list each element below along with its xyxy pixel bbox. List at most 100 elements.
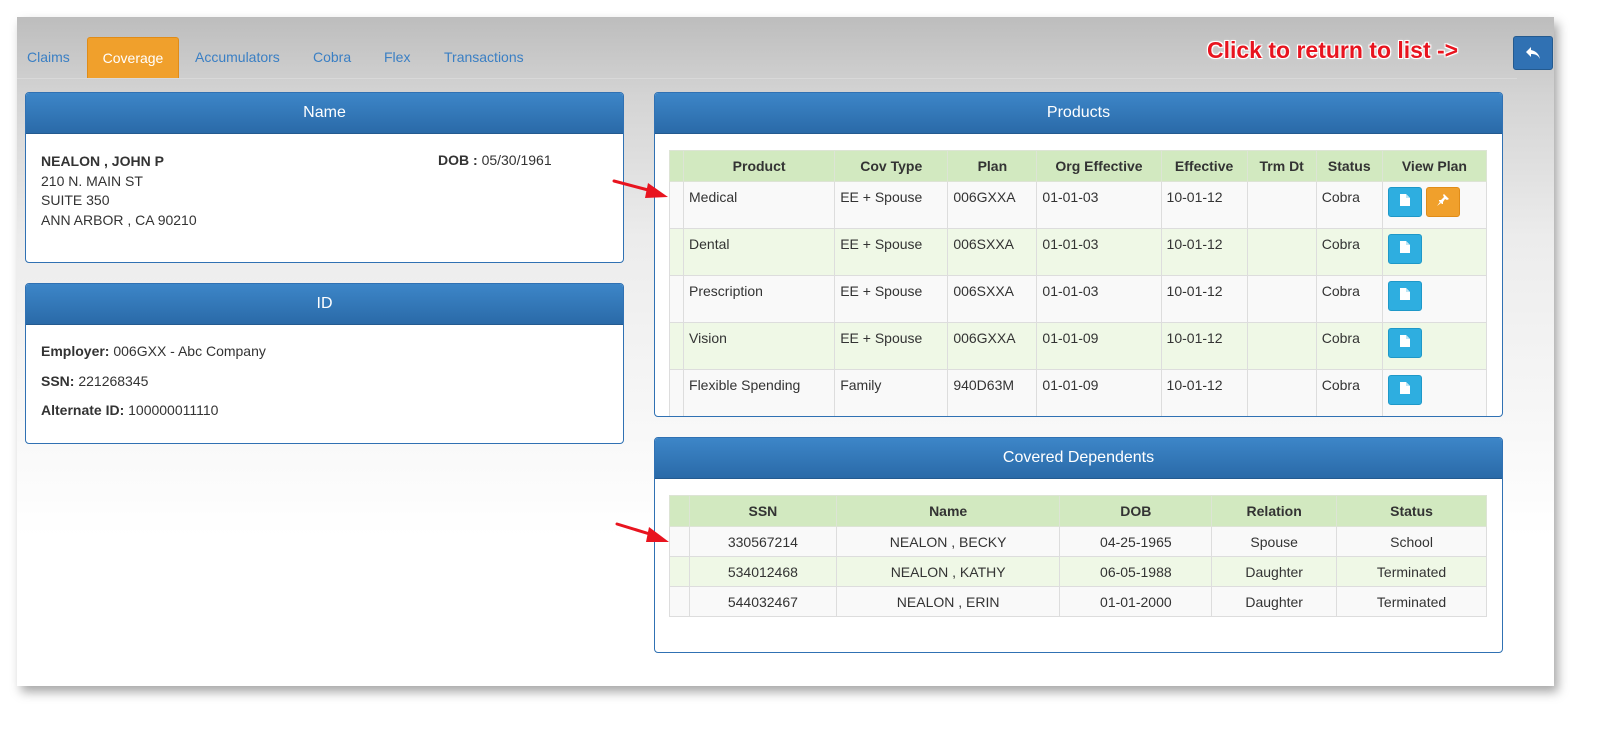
cov-type-cell: EE + Spouse [834,181,949,229]
plan-column-header: Plan [947,150,1038,182]
tab-accumulators[interactable]: Accumulators [195,37,280,77]
pin-plan-button[interactable] [1425,187,1460,217]
view-plan-cell [1381,228,1488,276]
status-cell: Cobra [1315,181,1383,229]
effective-cell: 10-01-12 [1160,369,1248,416]
effective-cell: 10-01-12 [1160,228,1248,276]
tab-flex[interactable]: Flex [384,37,410,77]
tab-claims[interactable]: Claims [27,37,70,77]
status-cell: Cobra [1315,322,1383,370]
employer-value: 006GXX - Abc Company [113,343,266,359]
address-line-1: 210 N. MAIN ST [41,172,143,189]
annotation-arrow-icon [615,522,669,542]
trm-dt-cell [1246,322,1317,370]
row-select-cell[interactable] [668,228,685,276]
row-select-cell[interactable] [668,275,685,323]
view-plan-document-button[interactable] [1387,375,1422,405]
cov-type-column-header: Cov Type [834,150,949,182]
trm-dt-column-header: Trm Dt [1246,150,1317,182]
ssn-label: SSN: [41,373,75,389]
view-plan-cell [1381,369,1488,416]
plan-cell: 006GXXA [947,322,1038,370]
employer-label: Employer: [41,343,110,359]
name-column-header: Name [835,495,1061,527]
return-hint-annotation: Click to return to list -> [1207,37,1459,63]
app-window: Claims Coverage Accumulators Cobra Flex … [17,17,1554,686]
return-to-list-button[interactable] [1513,36,1553,70]
table-row[interactable]: 534012468 NEALON , KATHY 06-05-1988 Daug… [669,556,1487,587]
name-panel-title: Name [26,93,623,134]
view-plan-document-button[interactable] [1387,328,1422,358]
table-row[interactable]: Dental EE + Spouse 006SXXA 01-01-03 10-0… [668,228,1488,276]
table-row[interactable]: Vision EE + Spouse 006GXXA 01-01-09 10-0… [668,322,1488,370]
ssn-column-header: SSN [688,495,837,527]
table-row[interactable]: Prescription EE + Spouse 006SXXA 01-01-0… [668,275,1488,323]
effective-cell: 10-01-12 [1160,322,1248,370]
pushpin-icon [1436,194,1449,206]
effective-cell: 10-01-12 [1160,275,1248,323]
status-cell: Cobra [1315,369,1383,416]
document-icon [1399,288,1410,300]
product-cell: Dental [683,228,836,276]
view-plan-cell [1381,181,1488,229]
view-plan-document-button[interactable] [1387,281,1422,311]
status-cell: School [1336,526,1487,557]
alternate-id-value: 100000011110 [128,402,219,418]
products-table: Product Cov Type Plan Org Effective Effe… [668,150,1488,416]
trm-dt-cell [1246,228,1317,276]
cov-type-cell: EE + Spouse [834,228,949,276]
products-header-row: Product Cov Type Plan Org Effective Effe… [668,150,1488,182]
org-effective-cell: 01-01-03 [1036,228,1162,276]
relation-cell: Daughter [1211,556,1338,587]
product-column-header: Product [683,150,836,182]
tab-transactions[interactable]: Transactions [444,37,524,77]
plan-cell: 940D63M [947,369,1038,416]
dependents-panel-title: Covered Dependents [655,438,1502,479]
alternate-id-label: Alternate ID: [41,402,125,418]
view-plan-column-header: View Plan [1381,150,1488,182]
row-select-cell[interactable] [669,556,690,587]
ssn-line: SSN: 221268345 [41,373,148,389]
dependents-panel: Covered Dependents SSN Name DOB Relation… [654,437,1503,653]
dependents-table: SSN Name DOB Relation Status 330567214 N… [669,495,1487,617]
status-column-header: Status [1315,150,1383,182]
view-plan-document-button[interactable] [1387,234,1422,264]
employer-line: Employer: 006GXX - Abc Company [41,343,266,359]
row-select-cell[interactable] [668,369,685,416]
status-cell: Terminated [1336,556,1487,587]
address-line-2: SUITE 350 [41,192,110,208]
document-icon [1399,241,1410,253]
alternate-id-line: Alternate ID: 100000011110 [41,402,218,418]
dob-value: 05/30/1961 [481,152,552,168]
cov-type-cell: EE + Spouse [834,275,949,323]
table-row[interactable]: 544032467 NEALON , ERIN 01-01-2000 Daugh… [669,586,1487,617]
dob-label: DOB : [438,152,478,168]
products-panel-title: Products [655,93,1502,134]
relation-cell: Daughter [1211,586,1338,617]
document-icon [1399,382,1410,394]
dob-cell: 04-25-1965 [1059,526,1213,557]
relation-cell: Spouse [1211,526,1338,557]
tab-cobra[interactable]: Cobra [313,37,351,77]
status-column-header: Status [1336,495,1487,527]
product-cell: Medical [683,181,836,229]
row-select-cell[interactable] [668,322,685,370]
dob-column-header: DOB [1059,495,1213,527]
org-effective-cell: 01-01-09 [1036,369,1162,416]
ssn-cell: 544032467 [688,586,837,617]
table-row[interactable]: 330567214 NEALON , BECKY 04-25-1965 Spou… [669,526,1487,557]
row-select-cell[interactable] [669,586,690,617]
view-plan-document-button[interactable] [1387,187,1422,217]
plan-cell: 006SXXA [947,275,1038,323]
dob-cell: 06-05-1988 [1059,556,1213,587]
trm-dt-cell [1246,275,1317,323]
tab-coverage[interactable]: Coverage [87,37,179,78]
member-dob: DOB : 05/30/1961 [438,152,552,168]
table-row[interactable]: Flexible Spending Family 940D63M 01-01-0… [668,369,1488,416]
product-cell: Prescription [683,275,836,323]
dob-cell: 01-01-2000 [1059,586,1213,617]
document-icon [1399,335,1410,347]
ssn-value: 221268345 [78,373,149,389]
member-address: NEALON , JOHN P 210 N. MAIN ST SUITE 350… [41,152,197,230]
table-row[interactable]: Medical EE + Spouse 006GXXA 01-01-03 10-… [668,181,1488,229]
